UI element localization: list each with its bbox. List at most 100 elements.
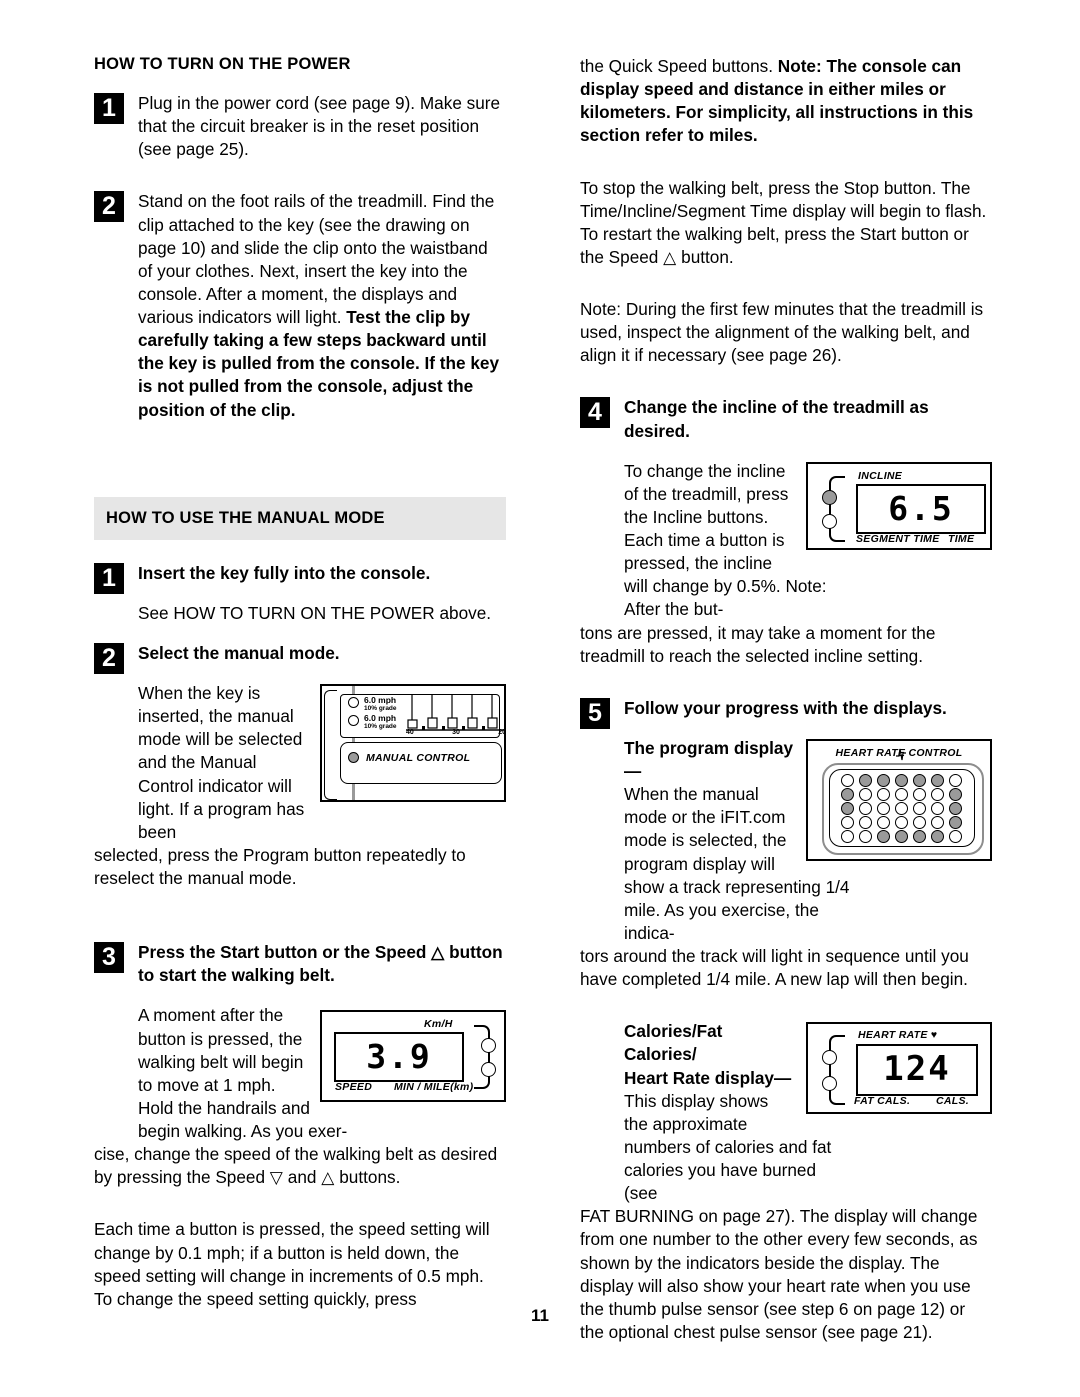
step-number-badge: 2 (94, 642, 124, 674)
track-dot (930, 801, 944, 815)
track-dot (858, 787, 872, 801)
track-dot (930, 829, 944, 843)
track-dot (876, 773, 890, 787)
step-1-power: 1 Plug in the power cord (see page 9). M… (94, 92, 506, 161)
calories-display-title-line1: Calories/Fat Calories/ (624, 1021, 723, 1065)
track-dot (858, 801, 872, 815)
paragraph-stop-belt: To stop the walking belt, press the Stop… (580, 177, 987, 267)
manual-step-3: 3 Press the Start button or the Speed △ … (94, 941, 506, 987)
track-dot (858, 773, 872, 787)
program-display-section: HEART RATE CONTROL The program display— … (580, 737, 992, 945)
track-dot (894, 787, 908, 801)
heading-how-to-turn-on-the-power: HOW TO TURN ON THE POWER (94, 55, 351, 73)
speed-label-2: 6.0 mph (364, 713, 397, 723)
track-dot (948, 829, 962, 843)
manual-step-2-with-figure: 6.0 mph 10% grade 6.0 mph 10% grade MANU… (94, 682, 506, 844)
manual-control-indicator-dot (348, 752, 359, 763)
indicator-bracket (829, 1035, 845, 1106)
profile-axis-tick-labels: 40 30 20 (406, 729, 504, 736)
track-dot (948, 801, 962, 815)
track-dot (948, 773, 962, 787)
track-dot (930, 787, 944, 801)
paragraph-quick-speed-note: the Quick Speed buttons. Note: The conso… (580, 55, 992, 148)
heading-how-to-use-the-manual-mode: HOW TO USE THE MANUAL MODE (94, 496, 506, 540)
calories-label: CALS. (936, 1095, 969, 1108)
track-dot (912, 829, 926, 843)
heart-rate-value: 124 (883, 1049, 951, 1090)
figure-manual-control-display: 6.0 mph 10% grade 6.0 mph 10% grade MANU… (320, 684, 506, 802)
track-indicator-grid (838, 773, 964, 843)
track-dot (876, 801, 890, 815)
track-dot (894, 801, 908, 815)
track-dot (948, 815, 962, 829)
track-dot (894, 773, 908, 787)
track-dot (840, 801, 854, 815)
speed-label-group-1: 6.0 mph 10% grade (364, 695, 397, 713)
incline-value: 6.5 (888, 488, 954, 528)
grade-label-1: 10% grade (364, 705, 397, 712)
quick-speed-normal: the Quick Speed buttons. (580, 56, 778, 76)
speed-label-1: 6.0 mph (364, 695, 397, 705)
page-number: 11 (531, 1306, 549, 1325)
track-dot (840, 815, 854, 829)
manual-step-2: 2 Select the manual mode. (94, 642, 506, 674)
track-dot (840, 787, 854, 801)
manual-step-3-title: Press the Start button or the Speed △ bu… (138, 942, 503, 986)
manual-step-3-with-figure: 3.9 Km/H SPEED MIN / MILE(km) A moment a… (94, 1004, 506, 1143)
figure-incline-display: 6.5 INCLINE SEGMENT TIME TIME (806, 461, 992, 550)
kmh-indicator-dot (481, 1038, 496, 1054)
manual-step-3-body-last: Each time a button is pressed, the speed… (94, 1219, 490, 1309)
speed-label: SPEED (335, 1081, 373, 1094)
track-dot (840, 773, 854, 787)
step-number-badge: 3 (94, 942, 124, 974)
step-number-badge: 4 (580, 397, 610, 429)
step-2-text: Stand on the foot rails of the treadmill… (138, 190, 506, 421)
track-dot (912, 801, 926, 815)
heart-rate-label: HEART RATE ♥ (858, 1029, 938, 1042)
profile-tick-40: 40 (406, 729, 414, 736)
track-dot (930, 815, 944, 829)
incline-lcd-screen: 6.5 (856, 483, 986, 534)
step-4-incline: 4 Change the incline of the treadmill as… (580, 396, 992, 442)
step-number-badge: 5 (580, 697, 610, 729)
heart-rate-lcd-screen: 124 (856, 1044, 978, 1097)
track-dot (912, 787, 926, 801)
track-dot (930, 773, 944, 787)
paragraph-belt-alignment-note: Note: During the first few minutes that … (580, 299, 984, 366)
time-label: TIME (948, 532, 975, 545)
calories-display-title-line2: Heart Rate display— (624, 1067, 792, 1088)
figure-speed-display: 3.9 Km/H SPEED MIN / MILE(km) (320, 1010, 506, 1103)
track-dot (894, 829, 908, 843)
track-dot (948, 787, 962, 801)
console-left-edge (324, 690, 337, 800)
left-column: HOW TO TURN ON THE POWER 1 Plug in the p… (94, 55, 506, 1328)
manual-step-1: 1 Insert the key fully into the console. (94, 562, 506, 594)
calories-display-section: 124 HEART RATE ♥ FAT CALS. CALS. Calorie… (580, 1020, 992, 1205)
step-number-badge: 1 (94, 93, 124, 124)
calories-display-body-narrow: This display shows the approximate numbe… (624, 1090, 832, 1204)
fat-calories-label: FAT CALS. (854, 1095, 911, 1108)
indicator-bracket (829, 475, 845, 542)
manual-step-2-body-full: selected, press the Program button repea… (94, 844, 466, 888)
track-dot (894, 815, 908, 829)
segment-time-indicator-dot (822, 513, 837, 529)
track-dot (858, 815, 872, 829)
speed-value: 3.9 (366, 1037, 432, 1077)
indicator-bracket (474, 1025, 490, 1090)
right-column: the Quick Speed buttons. Note: The conso… (580, 55, 992, 1361)
heartbeat-waveform-icon (896, 748, 906, 760)
track-dot (912, 773, 926, 787)
manual-step-3-body-full: cise, change the speed of the walking be… (94, 1144, 498, 1188)
step-5-displays: 5 Follow your progress with the displays… (580, 697, 992, 729)
track-dot (858, 829, 872, 843)
step-4-title: Change the incline of the treadmill as d… (624, 397, 929, 441)
track-dot (876, 829, 890, 843)
incline-indicator-dot (822, 489, 837, 505)
